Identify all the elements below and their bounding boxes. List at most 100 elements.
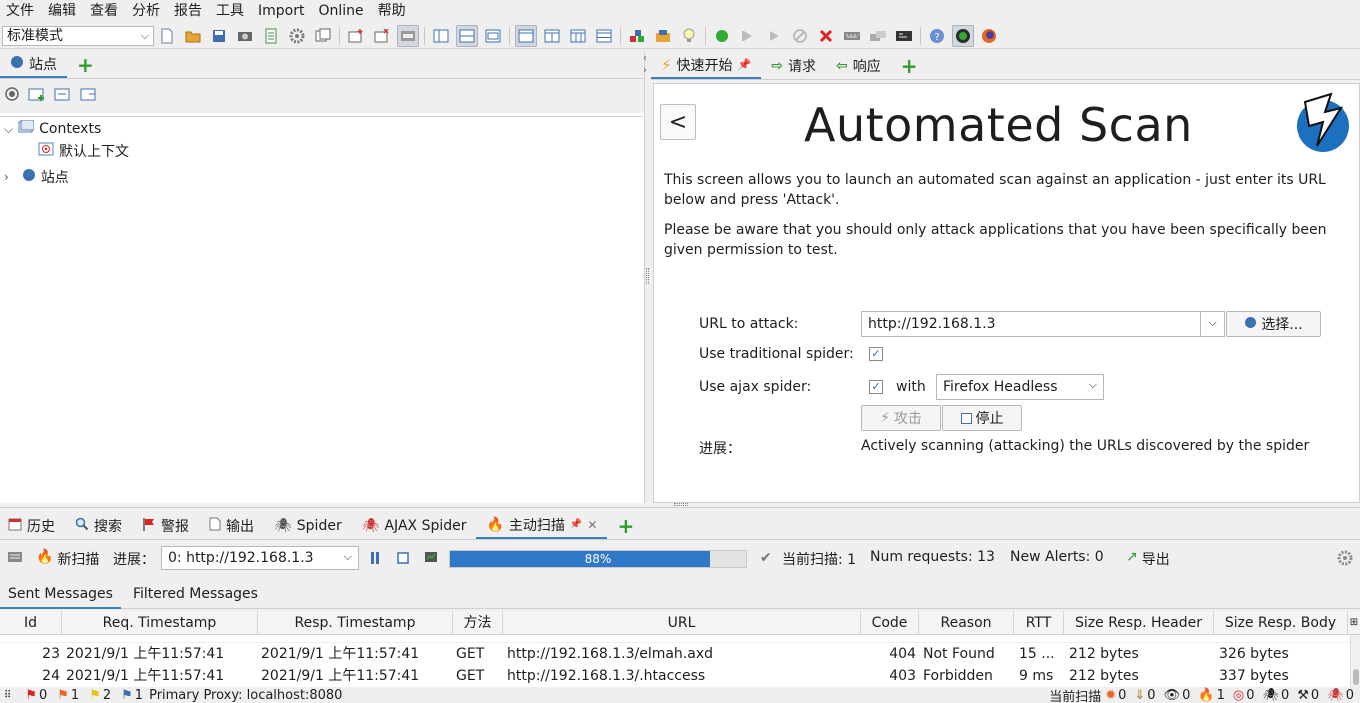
url-input[interactable]: http://192.168.1.3 ⌵: [861, 311, 1225, 337]
layout-icon[interactable]: [312, 25, 334, 47]
tab-sent-messages[interactable]: Sent Messages: [0, 581, 121, 609]
traditional-spider-checkbox[interactable]: ✓: [869, 347, 883, 361]
snapshot-icon[interactable]: [234, 25, 256, 47]
menu-edit[interactable]: 编辑: [42, 0, 84, 23]
tab-search[interactable]: 搜索: [65, 512, 132, 539]
tree-node-contexts[interactable]: ⌵ Contexts: [4, 118, 101, 140]
menu-online[interactable]: Online: [312, 0, 371, 23]
hud-lightbulb-icon[interactable]: [678, 25, 700, 47]
scan-select[interactable]: 0: http://192.168.1.3 ⌵: [161, 546, 359, 570]
horizontal-splitter-handle[interactable]: [674, 503, 688, 506]
tree-node-default-context[interactable]: 默认上下文: [38, 140, 129, 162]
expand-sites-icon[interactable]: [397, 25, 419, 47]
browser-select[interactable]: Firefox Headless ⌵: [936, 374, 1104, 400]
col-url[interactable]: URL: [503, 611, 861, 635]
pause-icon[interactable]: [369, 551, 381, 569]
export-button[interactable]: ↗ 导出: [1126, 549, 1170, 569]
hud-globe-icon[interactable]: [952, 25, 974, 47]
tab-output[interactable]: 输出: [199, 512, 264, 539]
add-tab-button[interactable]: +: [67, 51, 104, 78]
terminal-icon[interactable]: [893, 25, 915, 47]
vertical-splitter-handle[interactable]: [646, 268, 649, 284]
menu-import[interactable]: Import: [252, 0, 312, 23]
chevron-down-icon[interactable]: ⌵: [4, 122, 13, 137]
fuzz-icon[interactable]: [841, 25, 863, 47]
show-tabs-icon[interactable]: [515, 25, 537, 47]
tree-node-sites[interactable]: › 站点: [4, 166, 69, 188]
tab-layout-3-icon[interactable]: [567, 25, 589, 47]
new-session-icon[interactable]: [156, 25, 178, 47]
tab-response[interactable]: ⇦ 响应: [826, 52, 891, 79]
col-rtt[interactable]: RTT: [1014, 611, 1064, 635]
new-scan-button[interactable]: 🔥 新扫描: [36, 549, 99, 569]
tab-spider[interactable]: 🕷 Spider: [264, 512, 352, 539]
pin-icon[interactable]: 📌: [738, 58, 752, 71]
open-session-icon[interactable]: [182, 25, 204, 47]
layout-tabs-icon[interactable]: [482, 25, 504, 47]
tab-quick-start[interactable]: ⚡ 快速开始 📌: [651, 52, 762, 79]
help-icon[interactable]: ?: [926, 25, 948, 47]
menu-analyse[interactable]: 分析: [126, 0, 168, 23]
tab-filtered-messages[interactable]: Filtered Messages: [125, 581, 266, 609]
menu-view[interactable]: 查看: [84, 0, 126, 23]
tab-ajax-spider[interactable]: 🕷 AJAX Spider: [352, 512, 477, 539]
pin-icon[interactable]: 📌: [570, 519, 582, 530]
tab-request[interactable]: ⇨ 请求: [761, 52, 826, 79]
attack-button[interactable]: ⚡ 攻击: [861, 405, 941, 431]
tab-layout-4-icon[interactable]: [593, 25, 615, 47]
back-button[interactable]: <: [660, 104, 696, 140]
encode-decode-icon[interactable]: [652, 25, 674, 47]
scan-policy-icon[interactable]: [626, 25, 648, 47]
submit-step-icon[interactable]: [737, 25, 759, 47]
tab-layout-2-icon[interactable]: [541, 25, 563, 47]
col-code[interactable]: Code: [861, 611, 919, 635]
remove-context-icon[interactable]: [371, 25, 393, 47]
import-context-icon[interactable]: [54, 86, 72, 106]
close-icon[interactable]: ✕: [587, 518, 597, 532]
menu-report[interactable]: 报告: [168, 0, 210, 23]
add-tab-button[interactable]: +: [607, 512, 644, 539]
tab-sites[interactable]: 站点: [0, 51, 67, 78]
tab-alerts[interactable]: 警报: [132, 512, 199, 539]
layout-left-icon[interactable]: [430, 25, 452, 47]
column-chooser-icon[interactable]: ⊞: [1348, 611, 1360, 635]
table-row[interactable]: 24 2021/9/1 上午11:57:41 2021/9/1 上午11:57:…: [0, 665, 1350, 687]
continue-icon[interactable]: [763, 25, 785, 47]
col-id[interactable]: Id: [0, 611, 62, 635]
add-tab-button[interactable]: +: [891, 52, 928, 79]
col-req-timestamp[interactable]: Req. Timestamp: [62, 611, 258, 635]
manage-addons-icon[interactable]: [867, 25, 889, 47]
col-size-resp-header[interactable]: Size Resp. Header: [1064, 611, 1214, 635]
keyboard-icon[interactable]: [7, 551, 23, 567]
menu-tools[interactable]: 工具: [210, 0, 252, 23]
scrollbar-thumb[interactable]: [1353, 669, 1359, 685]
menu-help[interactable]: 帮助: [372, 0, 414, 23]
table-scrollbar[interactable]: [1350, 635, 1360, 688]
scan-progress-details-icon[interactable]: [424, 551, 438, 567]
session-properties-icon[interactable]: [260, 25, 282, 47]
break-all-icon[interactable]: [711, 25, 733, 47]
stop-button[interactable]: 停止: [942, 405, 1022, 431]
layout-full-icon[interactable]: [456, 25, 478, 47]
ajax-spider-checkbox[interactable]: ✓: [869, 380, 883, 394]
collapse-arrows-icon[interactable]: ‹ ›: [643, 53, 647, 77]
new-context-icon[interactable]: [28, 86, 46, 106]
tab-history[interactable]: 历史: [0, 512, 65, 539]
mode-select[interactable]: 标准模式 ⌵: [2, 26, 154, 46]
choose-button[interactable]: 选择...: [1226, 311, 1321, 337]
chevron-down-icon[interactable]: ⌵: [1200, 312, 1224, 336]
stop-icon[interactable]: [397, 552, 409, 568]
target-icon[interactable]: [4, 86, 20, 106]
save-session-icon[interactable]: [208, 25, 230, 47]
firefox-icon[interactable]: [978, 25, 1000, 47]
tab-active-scan[interactable]: 🔥 主动扫描 📌 ✕: [476, 512, 608, 539]
col-method[interactable]: 方法: [453, 611, 503, 635]
table-row-partial[interactable]: [0, 635, 1350, 643]
breakpoint-clear-icon[interactable]: [815, 25, 837, 47]
chevron-right-icon[interactable]: ›: [4, 170, 9, 184]
settings-gear-icon[interactable]: [1337, 550, 1353, 570]
col-reason[interactable]: Reason: [919, 611, 1014, 635]
drop-icon[interactable]: [789, 25, 811, 47]
options-gear-icon[interactable]: [286, 25, 308, 47]
toggle-icon[interactable]: ⠿: [4, 690, 11, 701]
